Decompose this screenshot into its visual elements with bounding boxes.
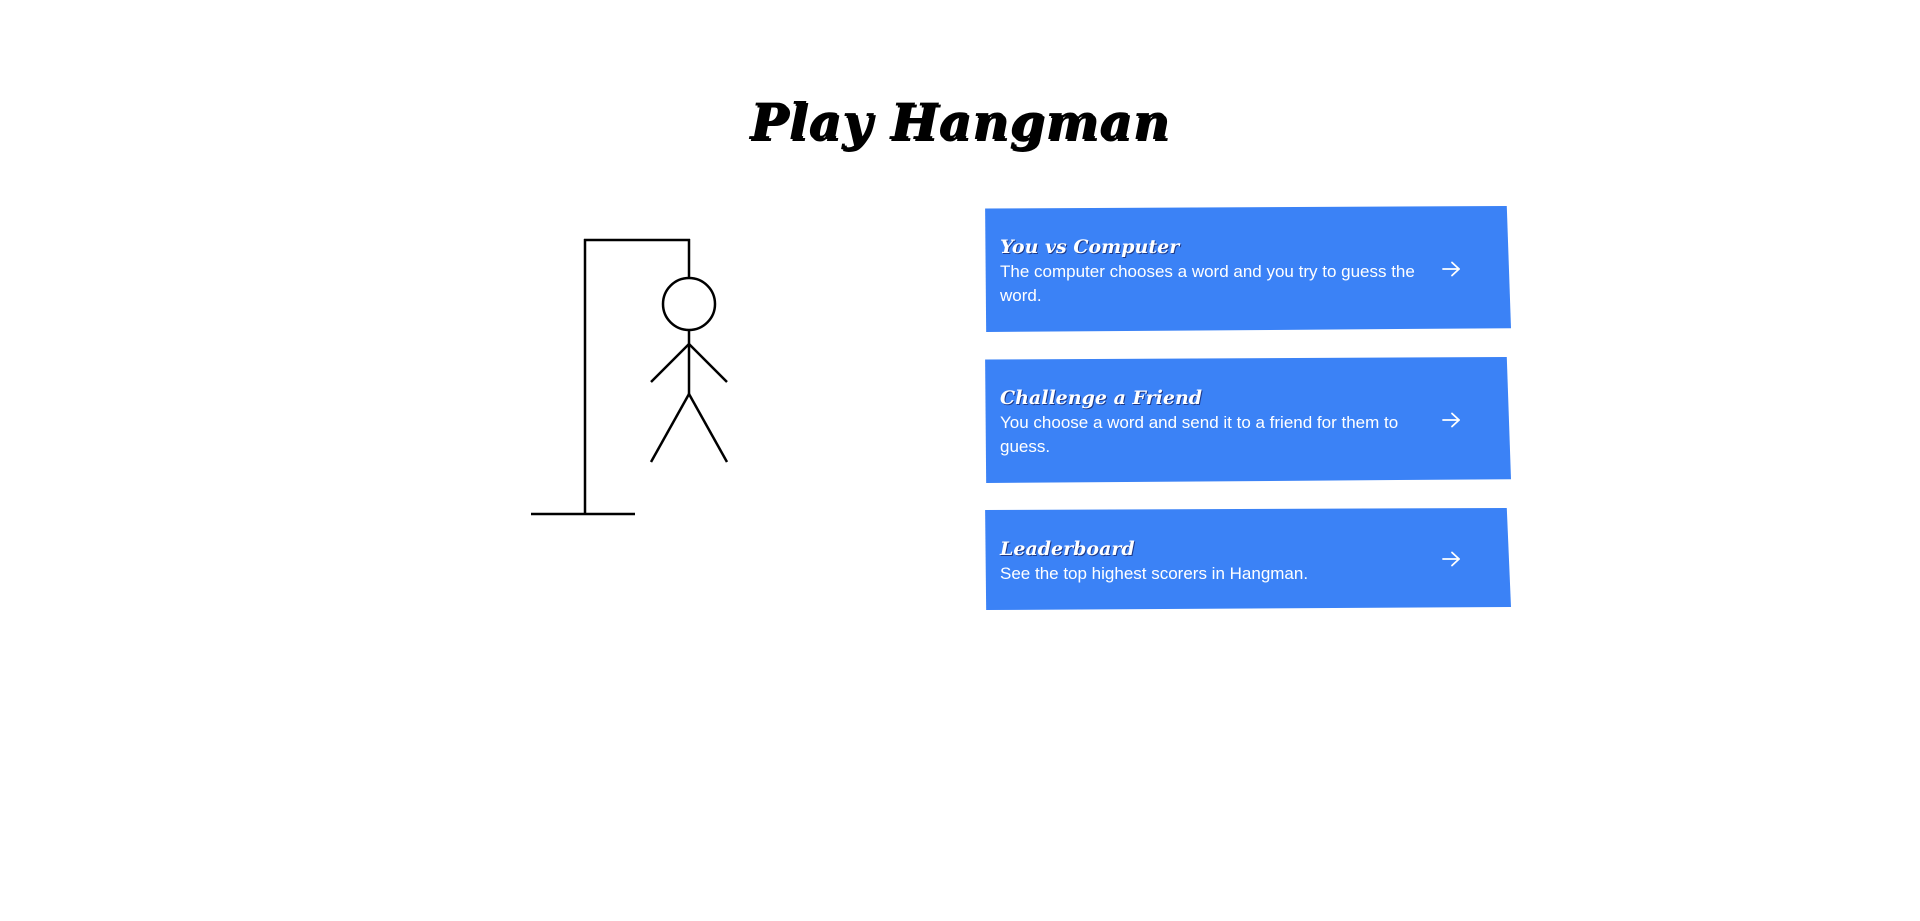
figure-left-arm [650,343,690,383]
page: Play Hangman You vs Computer The compute… [0,0,1920,921]
card-title: Challenge a Friend [1000,387,1203,409]
arrow-right-icon [1442,261,1460,277]
figure-head [661,276,717,332]
card-title: Leaderboard [1000,538,1135,560]
you-vs-computer-button[interactable]: You vs Computer The computer chooses a w… [985,206,1511,332]
figure-right-arm [688,343,728,383]
figure-left-leg [649,393,691,463]
figure-right-leg [687,393,729,463]
challenge-a-friend-button[interactable]: Challenge a Friend You choose a word and… [985,357,1511,483]
arrow-right-icon [1442,412,1460,428]
leaderboard-button[interactable]: Leaderboard See the top highest scorers … [985,508,1511,610]
page-title: Play Hangman [749,92,1171,151]
card-title: You vs Computer [1000,236,1180,258]
card-description: The computer chooses a word and you try … [1000,262,1415,305]
arrow-right-icon [1442,551,1460,567]
card-description: See the top highest scorers in Hangman. [1000,564,1309,583]
card-description: You choose a word and send it to a frien… [1000,413,1399,456]
game-mode-menu: You vs Computer The computer chooses a w… [983,206,1511,635]
hangman-figure-icon [531,238,729,516]
